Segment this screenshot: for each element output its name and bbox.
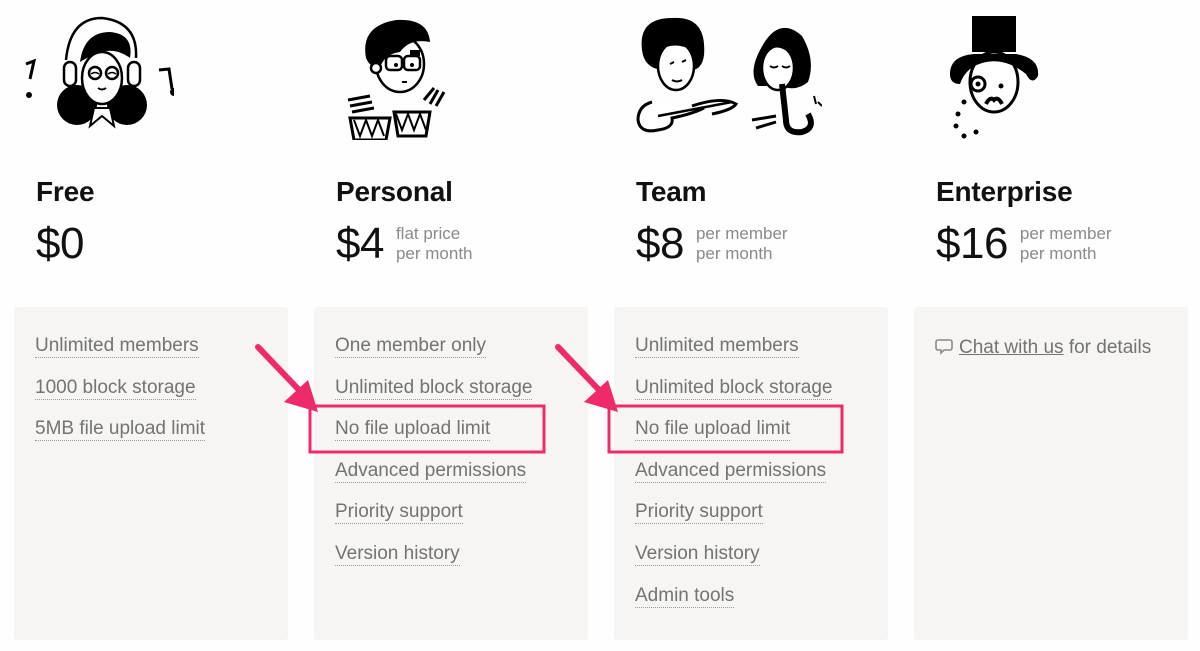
features-list: Unlimited members 1000 block storage 5MB… xyxy=(35,333,206,458)
feature-item[interactable]: Unlimited block storage xyxy=(635,375,833,417)
feature-item[interactable]: Priority support xyxy=(335,499,532,541)
feature-item[interactable]: Version history xyxy=(635,541,832,583)
top-hat-gentleman-illustration xyxy=(950,16,1039,139)
features-card: Unlimited members Unlimited block storag… xyxy=(614,307,888,640)
price-note: flat price per month xyxy=(395,224,473,263)
feature-item[interactable]: 5MB file upload limit xyxy=(35,416,206,458)
musicians-illustration xyxy=(636,17,822,136)
feature-item[interactable]: Advanced permissions xyxy=(335,458,532,500)
feature-item[interactable]: 1000 block storage xyxy=(35,375,205,417)
price-note: per member per month xyxy=(695,224,788,263)
features-card: One member only Unlimited block storage … xyxy=(314,307,588,640)
plan-enterprise: Enterprise $16 per member per month Chat … xyxy=(900,0,1200,651)
price: $4 xyxy=(336,219,384,268)
price-row: $0 xyxy=(36,218,84,270)
feature-item[interactable]: Admin tools xyxy=(635,583,832,625)
feature-item[interactable]: Unlimited members xyxy=(35,333,205,375)
plan-personal: Personal $4 flat price per month One memb… xyxy=(300,0,600,651)
feature-item[interactable]: Unlimited members xyxy=(635,333,832,375)
price: $16 xyxy=(936,219,1008,268)
features-card: Chat with us for details xyxy=(914,307,1188,640)
feature-item[interactable]: Priority support xyxy=(635,499,832,541)
feature-item[interactable]: Advanced permissions xyxy=(635,458,832,500)
price-row: $4 flat price per month xyxy=(336,218,473,270)
price: $0 xyxy=(36,219,84,268)
feature-item[interactable]: Version history xyxy=(335,541,532,583)
plan-name: Team xyxy=(636,176,707,207)
chat-contact: Chat with us for details xyxy=(935,333,1175,362)
feature-item[interactable]: One member only xyxy=(335,333,532,375)
plan-free: Free $0 Unlimited members 1000 block sto… xyxy=(0,0,300,651)
features-list: One member only Unlimited block storage … xyxy=(335,333,533,583)
features-card: Unlimited members 1000 block storage 5MB… xyxy=(14,307,288,640)
bongo-player-illustration xyxy=(347,19,446,140)
price: $8 xyxy=(636,219,684,268)
price-note: per member per month xyxy=(1019,224,1112,263)
plan-team: Team $8 per member per month Unlimited me… xyxy=(600,0,900,651)
price-row: $16 per member per month xyxy=(936,218,1112,270)
plan-name: Enterprise xyxy=(936,176,1073,207)
price-row: $8 per member per month xyxy=(636,218,788,270)
speech-bubble-icon xyxy=(935,339,953,355)
feature-item[interactable]: Unlimited block storage xyxy=(335,375,533,417)
feature-item-highlighted[interactable]: No file upload limit xyxy=(635,416,832,458)
plan-name: Personal xyxy=(336,176,453,207)
plan-name: Free xyxy=(36,176,95,207)
headphones-person-illustration xyxy=(25,16,174,129)
chat-with-us-link[interactable]: Chat with us xyxy=(959,337,1064,358)
feature-item-highlighted[interactable]: No file upload limit xyxy=(335,416,532,458)
features-list: Unlimited members Unlimited block storag… xyxy=(635,333,833,625)
